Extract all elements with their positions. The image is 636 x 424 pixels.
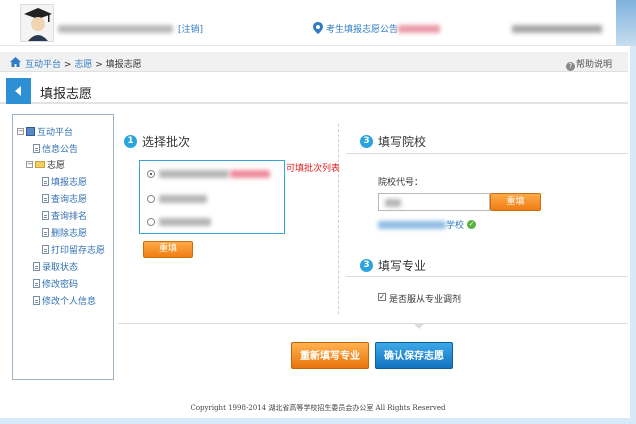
- section-divider: [346, 153, 628, 154]
- tree-root-platform[interactable]: − 互动平台: [17, 125, 74, 138]
- document-icon: [42, 227, 49, 237]
- action-divider: [118, 323, 628, 324]
- batch-list: [139, 160, 285, 234]
- batch-radio-2[interactable]: [147, 195, 155, 203]
- accept-adjustment-checkbox[interactable]: ✓: [378, 293, 386, 301]
- accept-adjustment-label: 是否服从专业调剂: [389, 295, 462, 305]
- tree-label: 信息公告: [42, 144, 79, 155]
- tree-item-fill[interactable]: 填报志愿: [42, 175, 88, 188]
- help-icon: ?: [565, 62, 575, 71]
- breadcrumb: 互动平台 > 志愿 > 填报志愿: [25, 57, 142, 70]
- tree-label: 查询排名: [51, 211, 88, 222]
- tree-item-admission[interactable]: 录取状态: [33, 260, 79, 273]
- user-name-redacted: [58, 25, 173, 33]
- batch-list-hint: 可填批次列表: [286, 164, 341, 174]
- breadcrumb-separator: >: [63, 60, 72, 70]
- batch-reset-button[interactable]: 重填: [143, 241, 193, 258]
- batch-radio-3[interactable]: [147, 218, 155, 226]
- document-icon: [42, 193, 49, 203]
- tree-label: 查询志愿: [51, 194, 88, 205]
- tree-label: 互动平台: [37, 127, 74, 138]
- header-info-redacted: [512, 25, 602, 33]
- column-divider: [338, 124, 339, 314]
- document-icon: [33, 278, 40, 288]
- page-bottom-decoration: [0, 418, 636, 424]
- batch-option-redacted: [230, 170, 270, 178]
- document-icon: [42, 210, 49, 220]
- section-major-header: 3 填写专业: [360, 257, 426, 274]
- tree-item-profile[interactable]: 修改个人信息: [33, 294, 97, 307]
- breadcrumb-item-current: 填报志愿: [105, 60, 142, 70]
- school-name-redacted: [378, 220, 446, 229]
- section-title: 填写专业: [378, 259, 427, 273]
- document-icon: [42, 176, 49, 186]
- tree-item-print[interactable]: 打印留存志愿: [42, 243, 106, 256]
- breadcrumb-bar: 互动平台 > 志愿 > 填报志愿 ? 帮助说明: [0, 52, 628, 72]
- document-icon: [33, 261, 40, 271]
- section-title: 填写院校: [378, 135, 427, 149]
- announcement-link[interactable]: 考生填报志愿公告: [326, 22, 398, 35]
- logout-link[interactable]: [注销]: [178, 22, 203, 35]
- page-title-bar: 填报志愿: [0, 78, 628, 104]
- location-pin-icon: [313, 22, 323, 34]
- tree-label: 打印留存志愿: [51, 245, 106, 256]
- help-link[interactable]: ? 帮助说明: [565, 57, 612, 71]
- sidebar-tree: − 互动平台 信息公告 − 志愿 填报志愿 查询志愿 查询排名 删除志愿 打印留…: [12, 114, 114, 380]
- tree-item-password[interactable]: 修改密码: [33, 277, 79, 290]
- page-title: 填报志愿: [40, 87, 93, 102]
- step-number-badge: 3: [360, 135, 373, 148]
- computer-icon: [26, 126, 35, 136]
- section-title: 选择批次: [142, 135, 191, 149]
- tree-label: 志愿: [47, 160, 66, 171]
- breadcrumb-item-volunteer[interactable]: 志愿: [74, 60, 92, 70]
- tree-item-rank[interactable]: 查询排名: [42, 209, 88, 222]
- school-code-redacted: [385, 199, 401, 207]
- breadcrumb-separator: >: [95, 60, 103, 70]
- copyright-footer: Copyright 1998-2014 湖北省高等学校招生委员会办公室 All …: [190, 404, 446, 412]
- help-label: 帮助说明: [575, 60, 612, 70]
- tree-item-delete[interactable]: 删除志愿: [42, 226, 88, 239]
- batch-option-redacted: [159, 170, 229, 178]
- school-code-label: 院校代号：: [378, 178, 424, 188]
- header-edge-decoration: [616, 0, 636, 46]
- tree-label: 录取状态: [42, 262, 79, 273]
- check-icon: ✓: [467, 220, 477, 229]
- tree-label: 删除志愿: [51, 228, 88, 239]
- school-result: 学校 ✓: [378, 218, 477, 231]
- document-icon: [33, 143, 40, 153]
- batch-option-redacted: [159, 218, 211, 226]
- collapse-icon[interactable]: −: [26, 160, 33, 168]
- tree-label: 填报志愿: [51, 177, 88, 188]
- page-edge-decoration: [630, 46, 636, 418]
- section-divider: [346, 276, 628, 277]
- rewrite-major-button[interactable]: 重新填写专业: [291, 342, 369, 369]
- batch-radio-1[interactable]: [147, 170, 155, 178]
- top-header: [注销] 考生填报志愿公告: [0, 0, 636, 46]
- divider-notch: [413, 323, 425, 329]
- announcement-redacted: [398, 25, 440, 33]
- tree-label: 修改密码: [42, 279, 79, 290]
- arrow-left-icon: [15, 86, 21, 96]
- tree-item-query[interactable]: 查询志愿: [42, 192, 88, 205]
- folder-icon: [35, 160, 45, 168]
- tree-item-volunteer[interactable]: − 志愿: [26, 158, 66, 171]
- section-select-batch-header: 1 选择批次: [124, 133, 190, 150]
- tree-label: 修改个人信息: [42, 296, 97, 307]
- document-icon: [42, 244, 49, 254]
- avatar: [20, 4, 54, 42]
- school-result-suffix: 学校: [446, 221, 465, 231]
- confirm-save-button[interactable]: 确认保存志愿: [375, 342, 453, 369]
- school-code-input[interactable]: [378, 193, 490, 211]
- document-icon: [33, 295, 40, 305]
- collapse-sidebar-button[interactable]: [6, 78, 31, 104]
- breadcrumb-item-platform[interactable]: 互动平台: [25, 60, 61, 70]
- home-icon: [10, 57, 21, 67]
- step-number-badge: 1: [124, 135, 137, 148]
- collapse-icon[interactable]: −: [17, 127, 24, 135]
- tree-item-notice[interactable]: 信息公告: [33, 142, 79, 155]
- school-reset-button[interactable]: 重填: [490, 193, 541, 211]
- step-number-badge: 3: [360, 259, 373, 272]
- batch-option-redacted: [159, 195, 207, 203]
- section-school-header: 3 填写院校: [360, 133, 426, 150]
